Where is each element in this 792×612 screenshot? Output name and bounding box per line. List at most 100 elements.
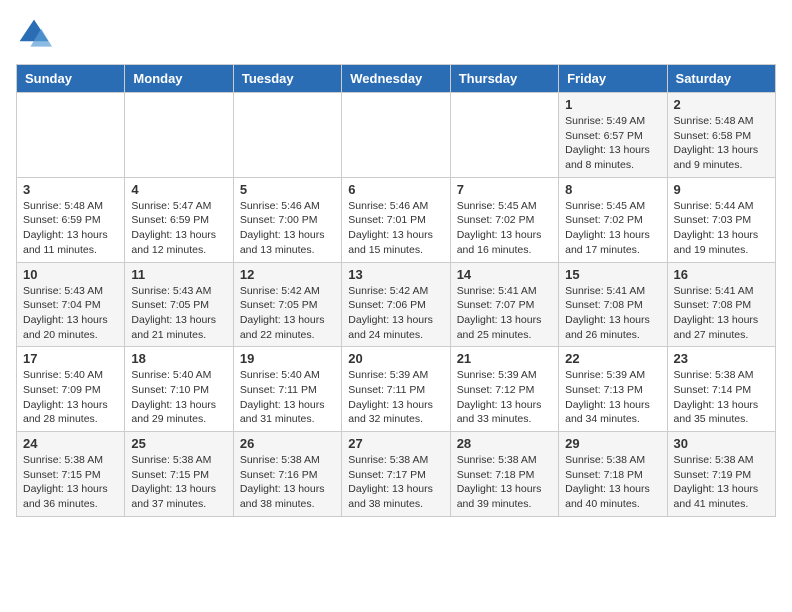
day-number: 7 [457, 182, 552, 197]
weekday-header-tuesday: Tuesday [233, 65, 341, 93]
day-number: 19 [240, 351, 335, 366]
calendar-cell: 19 Sunrise: 5:40 AM Sunset: 7:11 PM Dayli… [233, 347, 341, 432]
day-info: Sunrise: 5:46 AM Sunset: 7:01 PM Dayligh… [348, 199, 443, 258]
day-number: 11 [131, 267, 226, 282]
day-info: Sunrise: 5:38 AM Sunset: 7:17 PM Dayligh… [348, 453, 443, 512]
calendar-week-row: 17Sunrise: 5:40 AM Sunset: 7:09 PM Dayli… [17, 347, 776, 432]
day-number: 30 [674, 436, 769, 451]
day-info: Sunrise: 5:38 AM Sunset: 7:15 PM Dayligh… [23, 453, 118, 512]
calendar-cell: 9Sunrise: 5:44 AM Sunset: 7:03 PM Daylig… [667, 177, 775, 262]
day-info: Sunrise: 5:38 AM Sunset: 7:18 PM Dayligh… [565, 453, 660, 512]
calendar-cell: 16 Sunrise: 5:41 AM Sunset: 7:08 PM Dayli… [667, 262, 775, 347]
day-info: Sunrise: 5:40 AM Sunset: 7:09 PM Dayligh… [23, 368, 118, 427]
calendar-cell: 14Sunrise: 5:41 AM Sunset: 7:07 PM Dayli… [450, 262, 558, 347]
weekday-header-wednesday: Wednesday [342, 65, 450, 93]
calendar-cell: 25 Sunrise: 5:38 AM Sunset: 7:15 PM Dayli… [125, 432, 233, 517]
day-number: 20 [348, 351, 443, 366]
day-number: 4 [131, 182, 226, 197]
logo [16, 16, 58, 52]
day-info: Sunrise: 5:41 AM Sunset: 7:08 PM Dayligh… [674, 284, 769, 343]
weekday-header-saturday: Saturday [667, 65, 775, 93]
calendar-cell: 3 Sunrise: 5:48 AM Sunset: 6:59 PM Daylig… [17, 177, 125, 262]
day-number: 24 [23, 436, 118, 451]
weekday-header-monday: Monday [125, 65, 233, 93]
calendar-cell: 12 Sunrise: 5:42 AM Sunset: 7:05 PM Dayli… [233, 262, 341, 347]
day-info: Sunrise: 5:39 AM Sunset: 7:11 PM Dayligh… [348, 368, 443, 427]
calendar-cell: 22 Sunrise: 5:39 AM Sunset: 7:13 PM Dayli… [559, 347, 667, 432]
day-number: 22 [565, 351, 660, 366]
day-number: 16 [674, 267, 769, 282]
calendar-cell: 5 Sunrise: 5:46 AM Sunset: 7:00 PM Daylig… [233, 177, 341, 262]
day-info: Sunrise: 5:38 AM Sunset: 7:15 PM Dayligh… [131, 453, 226, 512]
day-info: Sunrise: 5:40 AM Sunset: 7:10 PM Dayligh… [131, 368, 226, 427]
calendar-cell: 26 Sunrise: 5:38 AM Sunset: 7:16 PM Dayli… [233, 432, 341, 517]
logo-icon [16, 16, 52, 52]
calendar-cell [450, 93, 558, 178]
day-info: Sunrise: 5:48 AM Sunset: 6:58 PM Dayligh… [674, 114, 769, 173]
day-info: Sunrise: 5:42 AM Sunset: 7:05 PM Dayligh… [240, 284, 335, 343]
calendar-table: SundayMondayTuesdayWednesdayThursdayFrid… [16, 64, 776, 517]
calendar-cell: 20 Sunrise: 5:39 AM Sunset: 7:11 PM Dayli… [342, 347, 450, 432]
day-info: Sunrise: 5:41 AM Sunset: 7:07 PM Dayligh… [457, 284, 552, 343]
calendar-cell: 11 Sunrise: 5:43 AM Sunset: 7:05 PM Dayli… [125, 262, 233, 347]
calendar-week-row: 1 Sunrise: 5:49 AM Sunset: 6:57 PM Daylig… [17, 93, 776, 178]
day-info: Sunrise: 5:42 AM Sunset: 7:06 PM Dayligh… [348, 284, 443, 343]
weekday-header-friday: Friday [559, 65, 667, 93]
day-number: 5 [240, 182, 335, 197]
calendar-cell: 24 Sunrise: 5:38 AM Sunset: 7:15 PM Dayli… [17, 432, 125, 517]
day-number: 3 [23, 182, 118, 197]
day-number: 13 [348, 267, 443, 282]
calendar-cell: 15 Sunrise: 5:41 AM Sunset: 7:08 PM Dayli… [559, 262, 667, 347]
calendar-cell [125, 93, 233, 178]
calendar-week-row: 10Sunrise: 5:43 AM Sunset: 7:04 PM Dayli… [17, 262, 776, 347]
day-number: 26 [240, 436, 335, 451]
day-number: 15 [565, 267, 660, 282]
day-info: Sunrise: 5:41 AM Sunset: 7:08 PM Dayligh… [565, 284, 660, 343]
day-info: Sunrise: 5:48 AM Sunset: 6:59 PM Dayligh… [23, 199, 118, 258]
calendar-cell: 6 Sunrise: 5:46 AM Sunset: 7:01 PM Daylig… [342, 177, 450, 262]
calendar-cell: 21 Sunrise: 5:39 AM Sunset: 7:12 PM Dayli… [450, 347, 558, 432]
calendar-cell: 29 Sunrise: 5:38 AM Sunset: 7:18 PM Dayli… [559, 432, 667, 517]
calendar-cell: 13 Sunrise: 5:42 AM Sunset: 7:06 PM Dayli… [342, 262, 450, 347]
day-info: Sunrise: 5:45 AM Sunset: 7:02 PM Dayligh… [457, 199, 552, 258]
day-info: Sunrise: 5:49 AM Sunset: 6:57 PM Dayligh… [565, 114, 660, 173]
day-info: Sunrise: 5:38 AM Sunset: 7:16 PM Dayligh… [240, 453, 335, 512]
calendar-cell [342, 93, 450, 178]
day-info: Sunrise: 5:46 AM Sunset: 7:00 PM Dayligh… [240, 199, 335, 258]
calendar-week-row: 3 Sunrise: 5:48 AM Sunset: 6:59 PM Daylig… [17, 177, 776, 262]
calendar-cell: 2 Sunrise: 5:48 AM Sunset: 6:58 PM Daylig… [667, 93, 775, 178]
day-number: 8 [565, 182, 660, 197]
day-number: 29 [565, 436, 660, 451]
calendar-cell: 4 Sunrise: 5:47 AM Sunset: 6:59 PM Daylig… [125, 177, 233, 262]
day-number: 25 [131, 436, 226, 451]
page-header [16, 16, 776, 52]
day-info: Sunrise: 5:39 AM Sunset: 7:12 PM Dayligh… [457, 368, 552, 427]
weekday-header-thursday: Thursday [450, 65, 558, 93]
weekday-header-row: SundayMondayTuesdayWednesdayThursdayFrid… [17, 65, 776, 93]
day-info: Sunrise: 5:38 AM Sunset: 7:19 PM Dayligh… [674, 453, 769, 512]
calendar-cell: 8 Sunrise: 5:45 AM Sunset: 7:02 PM Daylig… [559, 177, 667, 262]
day-number: 27 [348, 436, 443, 451]
calendar-week-row: 24 Sunrise: 5:38 AM Sunset: 7:15 PM Dayli… [17, 432, 776, 517]
day-number: 1 [565, 97, 660, 112]
day-info: Sunrise: 5:38 AM Sunset: 7:14 PM Dayligh… [674, 368, 769, 427]
day-info: Sunrise: 5:40 AM Sunset: 7:11 PM Dayligh… [240, 368, 335, 427]
calendar-cell: 10Sunrise: 5:43 AM Sunset: 7:04 PM Dayli… [17, 262, 125, 347]
day-number: 18 [131, 351, 226, 366]
day-number: 21 [457, 351, 552, 366]
day-info: Sunrise: 5:45 AM Sunset: 7:02 PM Dayligh… [565, 199, 660, 258]
day-number: 12 [240, 267, 335, 282]
day-info: Sunrise: 5:44 AM Sunset: 7:03 PM Dayligh… [674, 199, 769, 258]
day-info: Sunrise: 5:39 AM Sunset: 7:13 PM Dayligh… [565, 368, 660, 427]
calendar-cell: 27 Sunrise: 5:38 AM Sunset: 7:17 PM Dayli… [342, 432, 450, 517]
day-info: Sunrise: 5:43 AM Sunset: 7:05 PM Dayligh… [131, 284, 226, 343]
day-info: Sunrise: 5:43 AM Sunset: 7:04 PM Dayligh… [23, 284, 118, 343]
calendar-cell [233, 93, 341, 178]
day-number: 2 [674, 97, 769, 112]
day-number: 23 [674, 351, 769, 366]
day-number: 6 [348, 182, 443, 197]
calendar-cell: 30 Sunrise: 5:38 AM Sunset: 7:19 PM Dayli… [667, 432, 775, 517]
weekday-header-sunday: Sunday [17, 65, 125, 93]
calendar-cell: 23 Sunrise: 5:38 AM Sunset: 7:14 PM Dayli… [667, 347, 775, 432]
day-info: Sunrise: 5:47 AM Sunset: 6:59 PM Dayligh… [131, 199, 226, 258]
